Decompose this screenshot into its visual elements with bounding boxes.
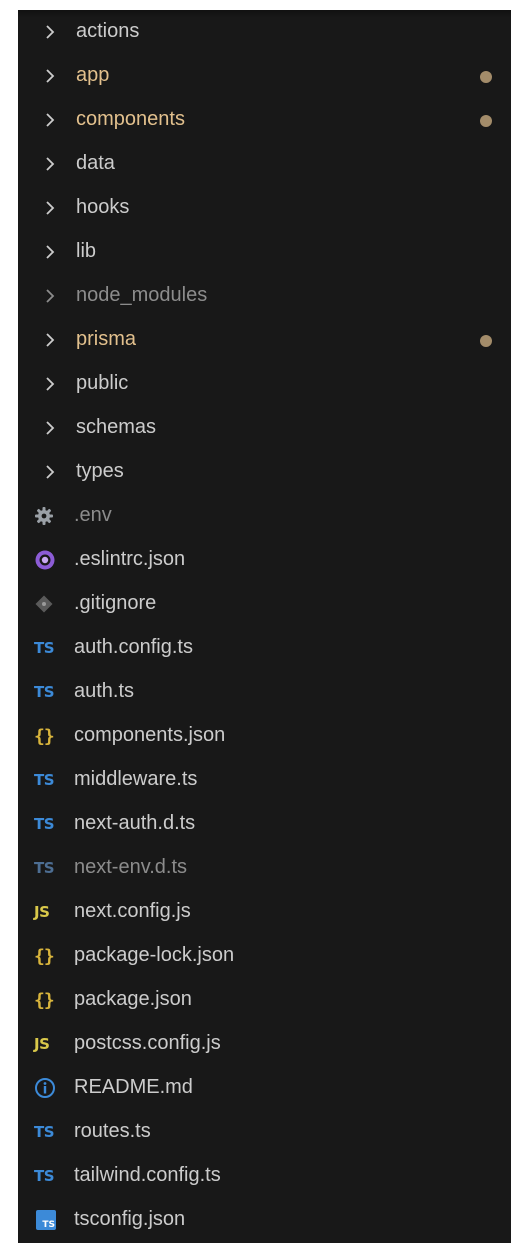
chevron-right-icon xyxy=(46,421,55,435)
folder-label: actions xyxy=(76,20,140,42)
modified-dot-icon xyxy=(480,335,492,347)
typescript-icon: TS xyxy=(34,771,55,789)
file-label: auth.ts xyxy=(74,680,135,702)
folder-data[interactable]: data xyxy=(18,142,511,186)
chevron-right-icon xyxy=(46,333,55,347)
file-label: components.json xyxy=(74,724,226,746)
modified-dot-icon xyxy=(480,115,492,127)
file-label: routes.ts xyxy=(74,1120,151,1142)
file-label: .gitignore xyxy=(74,592,157,614)
file-auth-config-ts[interactable]: TS auth.config.ts xyxy=(18,626,511,670)
info-icon xyxy=(35,1078,55,1098)
typescript-icon: TS xyxy=(34,1167,55,1185)
chevron-right-icon xyxy=(46,69,55,83)
chevron-right-icon xyxy=(46,157,55,171)
typescript-icon: TS xyxy=(34,815,55,833)
file-label: tsconfig.json xyxy=(74,1208,186,1230)
file-label: package-lock.json xyxy=(74,944,235,966)
file-next-config-js[interactable]: JS next.config.js xyxy=(18,890,511,934)
file-package-json[interactable]: {} package.json xyxy=(18,978,511,1022)
folder-label: node_modules xyxy=(76,284,208,306)
chevron-right-icon xyxy=(46,245,55,259)
folder-label: prisma xyxy=(76,328,137,350)
file-next-env-d-ts[interactable]: TS next-env.d.ts xyxy=(18,846,511,890)
typescript-icon: TS xyxy=(34,1123,55,1141)
file-package-lock-json[interactable]: {} package-lock.json xyxy=(18,934,511,978)
chevron-right-icon xyxy=(46,113,55,127)
gear-icon xyxy=(35,507,53,525)
folder-app[interactable]: app xyxy=(18,54,511,98)
folder-prisma[interactable]: prisma xyxy=(18,318,511,362)
folder-label: public xyxy=(76,372,129,394)
typescript-icon: TS xyxy=(34,683,55,701)
typescript-icon: TS xyxy=(34,859,55,877)
json-icon: {} xyxy=(34,725,55,747)
folder-label: app xyxy=(76,64,110,86)
folder-lib[interactable]: lib xyxy=(18,230,511,274)
file-middleware-ts[interactable]: TS middleware.ts xyxy=(18,758,511,802)
file-readme-md[interactable]: README.md xyxy=(18,1066,511,1110)
file-next-auth-d-ts[interactable]: TS next-auth.d.ts xyxy=(18,802,511,846)
folder-hooks[interactable]: hooks xyxy=(18,186,511,230)
file-label: .eslintrc.json xyxy=(74,548,186,570)
file-routes-ts[interactable]: TS routes.ts xyxy=(18,1110,511,1154)
chevron-right-icon xyxy=(46,465,55,479)
chevron-right-icon xyxy=(46,289,55,303)
file-gitignore[interactable]: .gitignore xyxy=(18,582,511,626)
file-tsconfig-json[interactable]: TS tsconfig.json xyxy=(18,1198,511,1242)
folder-label: schemas xyxy=(76,416,157,438)
folder-label: data xyxy=(76,152,115,174)
file-label: postcss.config.js xyxy=(74,1032,221,1054)
file-label: next-env.d.ts xyxy=(74,856,188,878)
folder-node-modules[interactable]: node_modules xyxy=(18,274,511,318)
file-components-json[interactable]: {} components.json xyxy=(18,714,511,758)
tsconfig-icon: TS xyxy=(36,1210,56,1230)
git-icon xyxy=(35,595,53,613)
javascript-icon: JS xyxy=(34,1035,50,1053)
folder-label: components xyxy=(76,108,185,130)
json-icon: {} xyxy=(34,989,55,1011)
chevron-right-icon xyxy=(46,25,55,39)
file-tailwind-config-ts[interactable]: TS tailwind.config.ts xyxy=(18,1154,511,1198)
folder-label: hooks xyxy=(76,196,130,218)
javascript-icon: JS xyxy=(34,903,50,921)
tsconfig-badge-label: TS xyxy=(42,1220,55,1230)
folder-components[interactable]: components xyxy=(18,98,511,142)
file-label: package.json xyxy=(74,988,192,1010)
chevron-right-icon xyxy=(46,201,55,215)
file-label: tailwind.config.ts xyxy=(74,1164,221,1186)
chevron-right-icon xyxy=(46,377,55,391)
file-label: middleware.ts xyxy=(74,768,198,790)
file-explorer: actions app components data hooks lib no… xyxy=(18,10,511,1243)
modified-dot-icon xyxy=(480,71,492,83)
folder-public[interactable]: public xyxy=(18,362,511,406)
folder-label: types xyxy=(76,460,124,482)
folder-types[interactable]: types xyxy=(18,450,511,494)
file-env[interactable]: .env xyxy=(18,494,511,538)
typescript-icon: TS xyxy=(34,639,55,657)
file-auth-ts[interactable]: TS auth.ts xyxy=(18,670,511,714)
json-icon: {} xyxy=(34,945,55,967)
folder-label: lib xyxy=(76,240,97,262)
file-label: auth.config.ts xyxy=(74,636,193,658)
file-label: next.config.js xyxy=(74,900,191,922)
eslint-icon xyxy=(35,550,55,570)
file-postcss-config-js[interactable]: JS postcss.config.js xyxy=(18,1022,511,1066)
file-label: README.md xyxy=(74,1076,193,1098)
file-label: next-auth.d.ts xyxy=(74,812,196,834)
file-label: .env xyxy=(74,504,112,526)
folder-schemas[interactable]: schemas xyxy=(18,406,511,450)
file-eslintrc[interactable]: .eslintrc.json xyxy=(18,538,511,582)
folder-actions[interactable]: actions xyxy=(18,10,511,54)
